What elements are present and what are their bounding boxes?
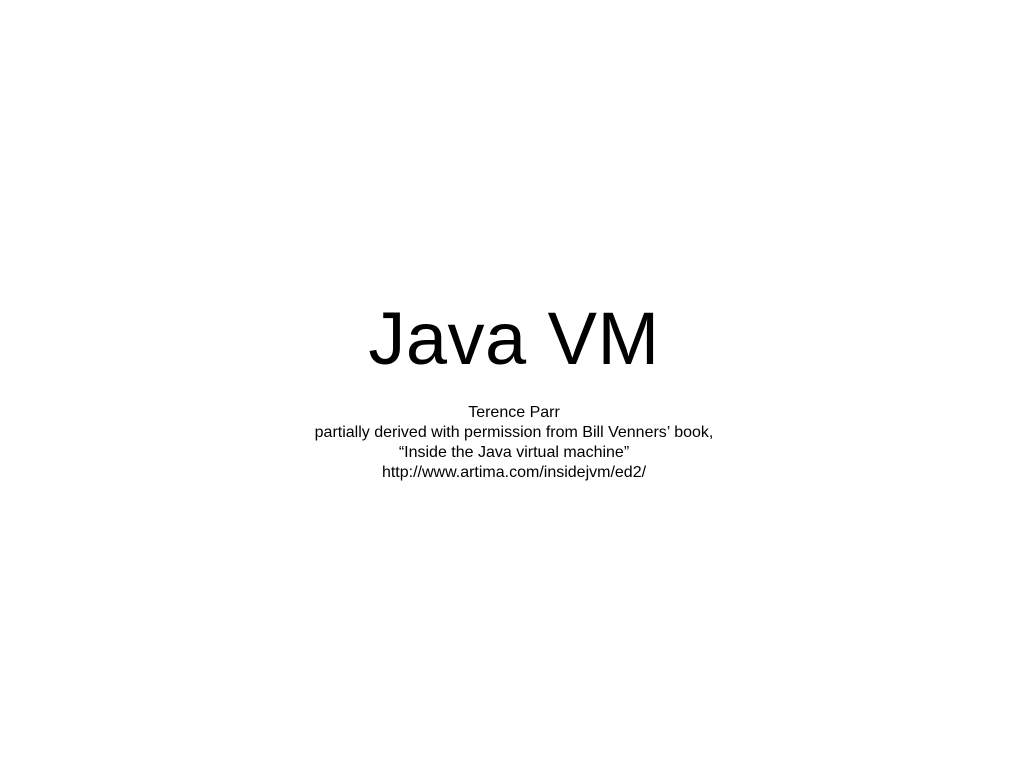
slide-title: Java VM — [368, 297, 660, 380]
title-slide: Java VM Terence Parr partially derived w… — [0, 0, 1028, 772]
author-name: Terence Parr — [468, 404, 560, 421]
book-url: http://www.artima.com/insidejvm/ed2/ — [381, 464, 647, 481]
book-title: “Inside the Java virtual machine” — [398, 444, 630, 461]
attribution-line: partially derived with permission from B… — [314, 424, 714, 441]
slide-subtitle: Terence Parr partially derived with perm… — [0, 403, 1028, 483]
